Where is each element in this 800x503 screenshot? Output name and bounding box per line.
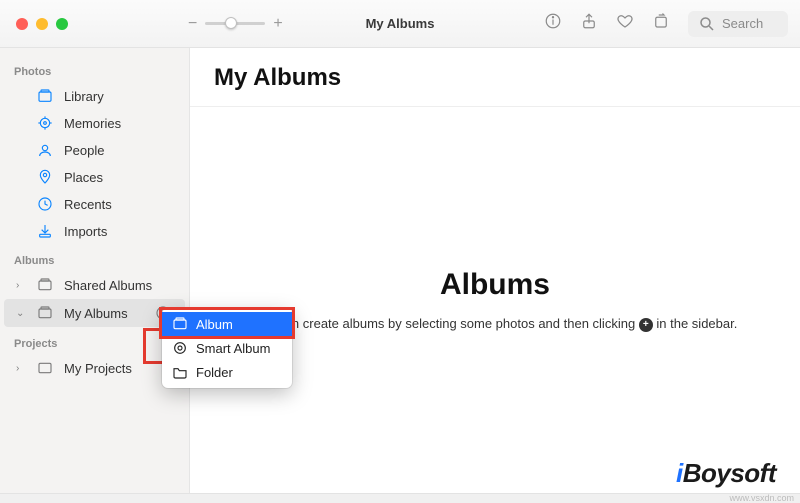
chevron-right-icon: › xyxy=(16,280,26,291)
imports-icon xyxy=(36,222,54,240)
zoom-slider[interactable]: − + xyxy=(188,15,283,33)
sidebar-item-label: People xyxy=(64,143,104,158)
sidebar-item-shared-albums[interactable]: › Shared Albums xyxy=(4,272,185,298)
close-window-button[interactable] xyxy=(16,18,28,30)
sidebar-item-label: My Projects xyxy=(64,361,132,376)
main-content: My Albums Albums You can create albums b… xyxy=(190,48,800,493)
watermark-url: www.vsxdn.com xyxy=(729,493,794,503)
empty-state: Albums You can create albums by selectin… xyxy=(190,107,800,493)
app-window: − + My Albums Search Photos Library xyxy=(0,0,800,493)
sidebar-item-label: Imports xyxy=(64,224,107,239)
sidebar-section-photos: Photos xyxy=(0,56,189,82)
search-input[interactable]: Search xyxy=(688,11,788,37)
people-icon xyxy=(36,141,54,159)
sidebar-item-label: Places xyxy=(64,170,103,185)
sidebar-item-label: My Albums xyxy=(64,306,128,321)
rotate-icon[interactable] xyxy=(652,12,670,35)
watermark-logo: iBoysoft xyxy=(676,458,776,489)
menu-item-label: Folder xyxy=(196,365,233,380)
folder-icon xyxy=(172,364,188,380)
chevron-down-icon: ⌄ xyxy=(16,308,26,319)
empty-title: Albums xyxy=(440,268,550,302)
window-controls xyxy=(0,18,68,30)
share-icon[interactable] xyxy=(580,12,598,35)
context-menu: Album Smart Album Folder xyxy=(162,308,292,388)
search-placeholder: Search xyxy=(722,16,763,31)
chevron-right-icon: › xyxy=(16,363,26,374)
titlebar: − + My Albums Search xyxy=(0,0,800,48)
my-albums-icon xyxy=(36,304,54,322)
empty-description: You can create albums by selecting some … xyxy=(253,316,738,332)
menu-item-album[interactable]: Album xyxy=(162,312,292,336)
window-title: My Albums xyxy=(366,16,435,31)
sidebar-item-label: Shared Albums xyxy=(64,278,152,293)
sidebar-section-albums: Albums xyxy=(0,245,189,271)
sidebar-item-imports[interactable]: Imports xyxy=(4,218,185,244)
sidebar-item-library[interactable]: Library xyxy=(4,83,185,109)
sidebar-item-places[interactable]: Places xyxy=(4,164,185,190)
minimize-window-button[interactable] xyxy=(36,18,48,30)
library-icon xyxy=(36,87,54,105)
sidebar-item-label: Memories xyxy=(64,116,121,131)
my-projects-icon xyxy=(36,359,54,377)
sidebar-item-people[interactable]: People xyxy=(4,137,185,163)
toolbar-right: Search xyxy=(544,11,800,37)
album-icon xyxy=(172,316,188,332)
sidebar-item-my-albums[interactable]: ⌄ My Albums xyxy=(4,299,185,327)
info-icon[interactable] xyxy=(544,12,562,35)
sidebar-item-memories[interactable]: Memories xyxy=(4,110,185,136)
menu-item-label: Smart Album xyxy=(196,341,270,356)
window-body: Photos Library Memories People Places xyxy=(0,48,800,493)
menu-item-label: Album xyxy=(196,317,233,332)
sidebar-item-label: Recents xyxy=(64,197,112,212)
favorite-icon[interactable] xyxy=(616,12,634,35)
sidebar-item-label: Library xyxy=(64,89,104,104)
page-title: My Albums xyxy=(214,64,776,92)
slider-track[interactable] xyxy=(205,22,265,25)
menu-item-smart-album[interactable]: Smart Album xyxy=(162,336,292,360)
smart-album-icon xyxy=(172,340,188,356)
zoom-in-icon: + xyxy=(273,15,282,33)
zoom-out-icon: − xyxy=(188,15,197,33)
plus-icon: + xyxy=(639,318,653,332)
recents-icon xyxy=(36,195,54,213)
main-header: My Albums xyxy=(190,48,800,107)
memories-icon xyxy=(36,114,54,132)
menu-item-folder[interactable]: Folder xyxy=(162,360,292,384)
shared-albums-icon xyxy=(36,276,54,294)
search-icon xyxy=(698,15,716,33)
places-icon xyxy=(36,168,54,186)
fullscreen-window-button[interactable] xyxy=(56,18,68,30)
sidebar: Photos Library Memories People Places xyxy=(0,48,190,493)
slider-thumb[interactable] xyxy=(225,17,237,29)
sidebar-item-recents[interactable]: Recents xyxy=(4,191,185,217)
